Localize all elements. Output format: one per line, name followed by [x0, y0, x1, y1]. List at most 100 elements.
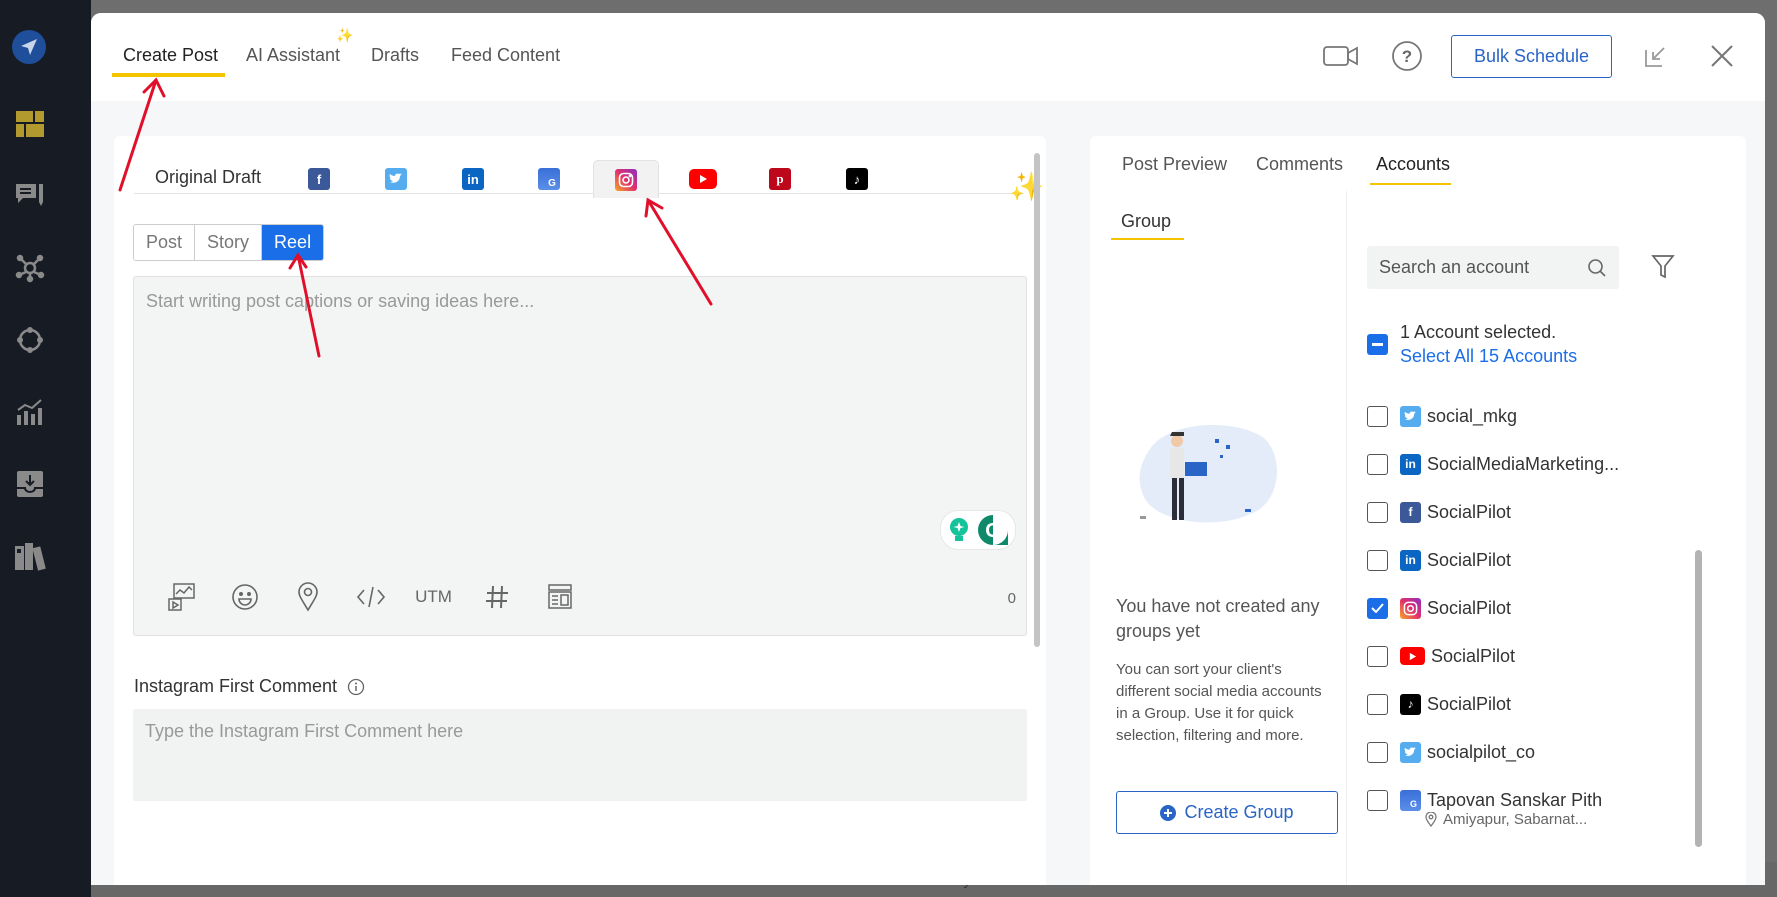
paper-plane-logo-icon[interactable]	[12, 30, 46, 64]
account-checkbox[interactable]	[1367, 549, 1388, 571]
emoji-icon[interactable]	[213, 577, 276, 617]
account-item[interactable]: ♪ SocialPilot	[1367, 689, 1511, 719]
filter-icon[interactable]	[1651, 254, 1675, 280]
post-type-reel[interactable]: Reel	[262, 225, 324, 260]
info-icon[interactable]	[347, 678, 365, 696]
right-panel-tabs: Post Preview Comments Accounts	[1090, 136, 1746, 191]
account-item[interactable]: SocialPilot	[1367, 641, 1515, 671]
account-checkbox[interactable]	[1367, 645, 1388, 667]
sparkle-icon: ✨	[336, 27, 354, 43]
tab-drafts[interactable]: Drafts	[371, 45, 419, 66]
account-item[interactable]: G Tapovan Sanskar Pith Amiyapur, Sabarna…	[1367, 785, 1603, 828]
network-tab-linkedin[interactable]: in	[440, 160, 506, 198]
network-tab-google-business[interactable]: G	[516, 160, 582, 198]
group-column: Group You have not created any groups ye…	[1090, 191, 1345, 885]
empty-groups-description: You can sort your client's different soc…	[1116, 661, 1322, 744]
dashboard-icon[interactable]	[12, 106, 48, 142]
account-item[interactable]: f SocialPilot	[1367, 497, 1511, 527]
engage-icon[interactable]	[12, 322, 48, 358]
network-tab-facebook[interactable]: f	[286, 160, 352, 198]
network-tab-twitter[interactable]	[363, 160, 429, 198]
network-tab-tiktok[interactable]: ♪	[824, 160, 890, 198]
facebook-icon: f	[1400, 501, 1421, 523]
compose-post-icon[interactable]	[12, 178, 48, 214]
account-name: SocialPilot	[1431, 645, 1516, 666]
grammarly-widget[interactable]: G	[940, 510, 1016, 550]
tab-feed-content[interactable]: Feed Content	[451, 45, 560, 66]
account-checkbox[interactable]	[1367, 453, 1388, 475]
account-name: SocialPilot	[1427, 549, 1512, 570]
account-name: socialpilot_co	[1427, 741, 1536, 762]
inbox-download-icon[interactable]	[12, 466, 48, 502]
embed-code-icon[interactable]	[339, 577, 402, 617]
account-item[interactable]: socialpilot_co	[1367, 737, 1535, 767]
youtube-icon	[1400, 647, 1425, 665]
linkedin-icon: in	[1400, 549, 1421, 571]
create-post-modal: Create Post AI Assistant ✨ Drafts Feed C…	[91, 13, 1765, 885]
tab-accounts[interactable]: Accounts	[1376, 154, 1450, 175]
first-comment-title: Instagram First Comment	[134, 676, 338, 696]
caption-input[interactable]	[134, 277, 1026, 537]
search-icon[interactable]	[1587, 258, 1607, 278]
post-type-story[interactable]: Story	[195, 225, 263, 260]
twitter-icon	[1400, 741, 1421, 763]
account-checkbox-checked[interactable]	[1367, 597, 1388, 619]
tab-group[interactable]: Group	[1121, 211, 1171, 232]
account-name: SocialPilot	[1427, 693, 1512, 714]
media-upload-icon[interactable]	[150, 577, 213, 617]
account-checkbox[interactable]	[1367, 405, 1388, 427]
tab-original-draft[interactable]: Original Draft	[155, 167, 261, 188]
youtube-icon	[689, 169, 717, 189]
account-search-input[interactable]	[1367, 246, 1567, 289]
minimize-icon[interactable]	[1643, 43, 1669, 69]
preview-accounts-panel: Post Preview Comments Accounts Group You…	[1090, 136, 1746, 885]
location-icon[interactable]	[276, 577, 339, 617]
network-tab-instagram[interactable]	[593, 160, 659, 198]
app-sidebar	[0, 0, 91, 897]
account-checkbox[interactable]	[1367, 789, 1388, 811]
help-icon[interactable]: ?	[1391, 40, 1423, 72]
account-checkbox[interactable]	[1367, 693, 1388, 715]
post-type-post[interactable]: Post	[134, 225, 196, 260]
template-icon[interactable]	[528, 577, 591, 617]
tab-ai-assistant[interactable]: AI Assistant	[246, 45, 340, 66]
empty-groups-illustration	[1130, 419, 1280, 539]
bulk-schedule-button[interactable]: Bulk Schedule	[1451, 35, 1612, 78]
account-checkbox[interactable]	[1367, 741, 1388, 763]
close-icon[interactable]	[1709, 43, 1735, 69]
account-item[interactable]: social_mkg	[1367, 401, 1517, 431]
utm-button[interactable]: UTM	[402, 577, 465, 617]
tab-create-post[interactable]: Create Post	[123, 45, 218, 66]
account-location: Amiyapur, Sabarnat...	[1425, 811, 1587, 828]
network-tab-youtube[interactable]	[670, 160, 736, 198]
first-comment-label: Instagram First Comment	[134, 676, 365, 697]
tab-post-preview[interactable]: Post Preview	[1122, 154, 1227, 175]
first-comment-input[interactable]	[133, 709, 1027, 801]
linkedin-icon: in	[462, 168, 484, 190]
empty-groups-title: You have not created any groups yet	[1116, 596, 1320, 641]
select-all-link[interactable]: Select All 15 Accounts	[1400, 346, 1577, 367]
account-item[interactable]: in SocialPilot	[1367, 545, 1511, 575]
account-item[interactable]: in SocialMediaMarketing...	[1367, 449, 1619, 479]
google-business-icon: G	[538, 168, 560, 190]
location-pin-icon	[1425, 812, 1437, 827]
account-name: Tapovan Sanskar Pith	[1427, 789, 1603, 810]
accounts-scrollbar[interactable]	[1695, 550, 1702, 847]
social-network-icon[interactable]	[12, 250, 48, 286]
analytics-icon[interactable]	[12, 394, 48, 430]
tiktok-icon: ♪	[846, 168, 868, 190]
grammarly-lightbulb-icon	[950, 518, 968, 541]
pinterest-icon: p	[769, 168, 791, 190]
character-count: 0	[1007, 590, 1016, 607]
editor-scrollbar[interactable]	[1034, 153, 1040, 647]
network-tab-pinterest[interactable]: p	[747, 160, 813, 198]
account-name: social_mkg	[1427, 405, 1518, 426]
account-item[interactable]: SocialPilot	[1367, 593, 1511, 623]
select-all-indeterminate-checkbox[interactable]	[1367, 334, 1388, 355]
library-icon[interactable]	[12, 538, 48, 574]
create-group-button[interactable]: Create Group	[1116, 791, 1338, 834]
tab-comments[interactable]: Comments	[1256, 154, 1343, 175]
account-checkbox[interactable]	[1367, 501, 1388, 523]
video-tutorial-icon[interactable]	[1323, 43, 1359, 69]
hashtag-icon[interactable]	[465, 577, 528, 617]
